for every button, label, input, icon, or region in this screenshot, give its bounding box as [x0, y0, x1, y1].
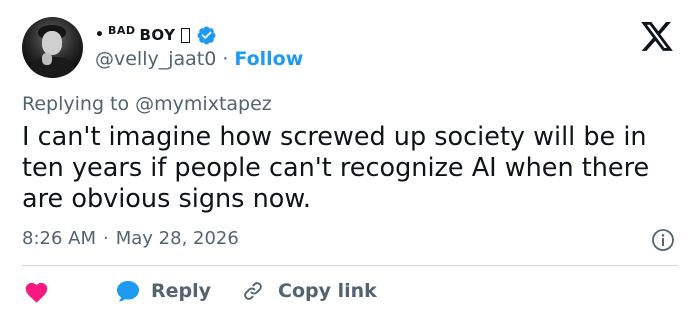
handle-row: @velly_jaat0 · Follow	[95, 47, 303, 71]
separator-dot: ·	[222, 48, 229, 70]
display-name-main: BOY	[139, 26, 176, 44]
x-logo-icon[interactable]	[641, 22, 673, 51]
missing-glyph-icon	[180, 27, 190, 43]
divider	[22, 265, 678, 266]
display-name-prefix: •	[95, 27, 104, 43]
user-handle[interactable]: @velly_jaat0	[95, 48, 216, 70]
timestamp-separator: ·	[103, 228, 109, 249]
avatar-hand	[42, 53, 52, 65]
follow-button[interactable]: Follow	[234, 48, 303, 70]
action-bar: Reply Copy link	[22, 278, 377, 304]
heart-icon[interactable]	[24, 280, 49, 303]
tweet-date: May 28, 2026	[115, 228, 239, 249]
avatar[interactable]	[22, 17, 83, 78]
display-name-superscript: BAD	[107, 23, 136, 37]
info-icon[interactable]	[651, 228, 675, 252]
reply-bubble-icon	[117, 281, 139, 302]
reply-label: Reply	[151, 280, 212, 302]
tweet-time: 8:26 AM	[22, 228, 96, 249]
copy-link-button[interactable]: Copy link	[242, 280, 377, 302]
replying-to[interactable]: Replying to @mymixtapez	[22, 93, 272, 115]
copy-link-label: Copy link	[278, 280, 377, 302]
timestamp[interactable]: 8:26 AM · May 28, 2026	[22, 228, 239, 249]
reply-button[interactable]: Reply	[115, 279, 211, 303]
tweet-text: I can't imagine how screwed up society w…	[22, 122, 650, 214]
display-name[interactable]: • BAD BOY	[95, 22, 217, 48]
verified-badge-icon	[197, 26, 215, 44]
avatar-face	[42, 31, 62, 55]
link-icon	[244, 282, 262, 300]
avatar-body	[30, 57, 75, 78]
